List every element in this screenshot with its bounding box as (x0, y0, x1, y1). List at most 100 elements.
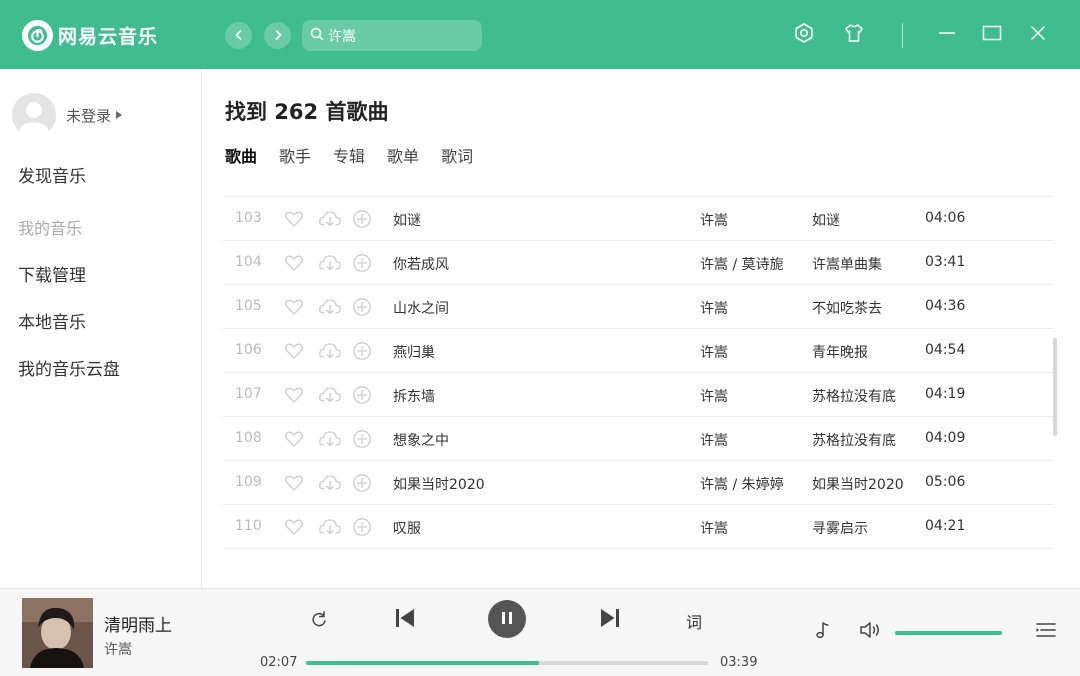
add-to-playlist-icon[interactable] (351, 428, 373, 450)
play-pause-button[interactable] (488, 600, 526, 638)
forward-button[interactable] (264, 22, 291, 49)
search-input[interactable]: 许嵩 (302, 20, 482, 51)
maximize-icon (981, 22, 1003, 48)
previous-button[interactable] (392, 607, 418, 633)
heart-like-icon[interactable] (283, 296, 305, 318)
add-to-playlist-icon[interactable] (351, 472, 373, 494)
heart-like-icon[interactable] (283, 208, 305, 230)
song-title[interactable]: 叹服 (393, 518, 421, 538)
volume-fill (895, 631, 1002, 635)
song-artist[interactable]: 许嵩 (700, 210, 728, 230)
song-title[interactable]: 你若成风 (393, 254, 449, 274)
add-to-playlist-icon[interactable] (351, 384, 373, 406)
song-album[interactable]: 如谜 (812, 210, 840, 230)
tab-albums[interactable]: 专辑 (333, 143, 365, 167)
now-playing-title[interactable]: 清明雨上 (104, 611, 172, 636)
user-login[interactable]: 未登录 (12, 93, 123, 137)
song-title[interactable]: 如谜 (393, 210, 421, 230)
sidebar-item-discover[interactable]: 发现音乐 (18, 162, 86, 187)
song-artist[interactable]: 许嵩 (700, 518, 728, 538)
cloud-download-icon[interactable] (317, 384, 343, 406)
sidebar-item-downloads[interactable]: 下载管理 (18, 261, 86, 286)
song-row[interactable]: 110 叹服 许嵩 寻雾启示 04:21 (223, 505, 1053, 549)
cloud-download-icon[interactable] (317, 296, 343, 318)
minimize-button[interactable] (934, 22, 960, 48)
playlist-button[interactable] (1033, 620, 1059, 644)
song-title[interactable]: 拆东墙 (393, 386, 435, 406)
song-index: 107 (235, 386, 262, 402)
song-artist[interactable]: 许嵩 (700, 342, 728, 362)
heart-like-icon[interactable] (283, 252, 305, 274)
heart-like-icon[interactable] (283, 428, 305, 450)
tab-lyrics[interactable]: 歌词 (441, 143, 473, 167)
netease-logo-icon (22, 19, 53, 51)
song-artist[interactable]: 许嵩 (700, 298, 728, 318)
song-row[interactable]: 108 想象之中 许嵩 苏格拉没有底 04:09 (223, 417, 1053, 461)
cloud-download-icon[interactable] (317, 252, 343, 274)
close-button[interactable] (1025, 22, 1051, 48)
add-to-playlist-icon[interactable] (351, 340, 373, 362)
song-album[interactable]: 不如吃茶去 (812, 298, 882, 318)
loop-mode-button[interactable] (307, 609, 331, 633)
now-playing-artist[interactable]: 许嵩 (104, 639, 132, 659)
volume-slider[interactable] (895, 631, 1002, 635)
tab-songs[interactable]: 歌曲 (225, 143, 257, 167)
song-album[interactable]: 青年晚报 (812, 342, 868, 362)
song-title[interactable]: 如果当时2020 (393, 474, 485, 494)
song-artist[interactable]: 许嵩 / 莫诗旎 (700, 254, 784, 274)
add-to-playlist-icon[interactable] (351, 296, 373, 318)
cloud-download-icon[interactable] (317, 340, 343, 362)
song-album[interactable]: 苏格拉没有底 (812, 386, 896, 406)
song-title[interactable]: 燕归巢 (393, 342, 435, 362)
cloud-download-icon[interactable] (317, 516, 343, 538)
song-list-scrollbar[interactable] (1053, 338, 1057, 436)
song-album[interactable]: 寻雾启示 (812, 518, 868, 538)
lyrics-button[interactable]: 词 (686, 609, 702, 633)
tab-artists[interactable]: 歌手 (279, 143, 311, 167)
heart-like-icon[interactable] (283, 384, 305, 406)
cloud-download-icon[interactable] (317, 428, 343, 450)
search-query: 许嵩 (328, 28, 356, 45)
song-album[interactable]: 如果当时2020 (812, 474, 904, 494)
song-row[interactable]: 106 燕归巢 许嵩 青年晚报 04:54 (223, 329, 1053, 373)
add-to-playlist-icon[interactable] (351, 252, 373, 274)
song-artist[interactable]: 许嵩 (700, 386, 728, 406)
album-cover[interactable] (22, 598, 93, 668)
cloud-download-icon[interactable] (317, 472, 343, 494)
heart-like-icon[interactable] (283, 516, 305, 538)
song-row[interactable]: 103 如谜 许嵩 如谜 04:06 (223, 197, 1053, 241)
next-button[interactable] (597, 607, 623, 633)
volume-button[interactable] (857, 620, 883, 644)
song-index: 109 (235, 474, 262, 490)
song-artist[interactable]: 许嵩 / 朱婷婷 (700, 474, 784, 494)
skip-previous-icon (393, 606, 417, 634)
song-row[interactable]: 107 拆东墙 许嵩 苏格拉没有底 04:19 (223, 373, 1053, 417)
song-index: 103 (235, 210, 262, 226)
heart-like-icon[interactable] (283, 340, 305, 362)
song-artist[interactable]: 许嵩 (700, 430, 728, 450)
app-logo[interactable]: 网易云音乐 (22, 18, 158, 52)
settings-button[interactable] (791, 22, 817, 48)
song-row[interactable]: 109 如果当时2020 许嵩 / 朱婷婷 如果当时2020 05:06 (223, 461, 1053, 505)
sound-effect-button[interactable] (811, 620, 835, 644)
song-title[interactable]: 想象之中 (393, 430, 449, 450)
add-to-playlist-icon[interactable] (351, 516, 373, 538)
progress-bar[interactable] (306, 661, 708, 665)
tab-playlists[interactable]: 歌单 (387, 143, 419, 167)
song-row[interactable]: 104 你若成风 许嵩 / 莫诗旎 许嵩单曲集 03:41 (223, 241, 1053, 285)
maximize-button[interactable] (979, 22, 1005, 48)
sidebar-item-cloud-disk[interactable]: 我的音乐云盘 (18, 355, 120, 380)
song-album[interactable]: 苏格拉没有底 (812, 430, 896, 450)
list-fade (223, 558, 1053, 568)
song-duration: 04:54 (925, 342, 966, 358)
add-to-playlist-icon[interactable] (351, 208, 373, 230)
skin-button[interactable] (841, 22, 867, 48)
cloud-download-icon[interactable] (317, 208, 343, 230)
song-title[interactable]: 山水之间 (393, 298, 449, 318)
back-button[interactable] (225, 22, 252, 49)
sidebar-item-local-music[interactable]: 本地音乐 (18, 308, 86, 333)
song-duration: 04:36 (925, 298, 966, 314)
heart-like-icon[interactable] (283, 472, 305, 494)
song-album[interactable]: 许嵩单曲集 (812, 254, 882, 274)
song-row[interactable]: 105 山水之间 许嵩 不如吃茶去 04:36 (223, 285, 1053, 329)
